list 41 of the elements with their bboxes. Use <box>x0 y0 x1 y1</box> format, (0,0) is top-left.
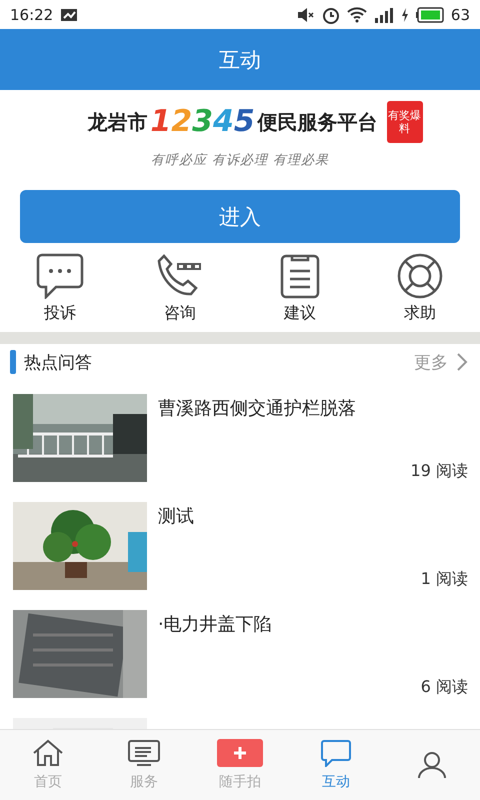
header-title: 互动 <box>219 46 261 74</box>
section-marker <box>10 350 16 374</box>
action-label[interactable]: 咨询 <box>164 303 196 324</box>
lifebuoy-icon[interactable] <box>396 253 444 299</box>
signal-icon <box>374 6 394 22</box>
section-title: 热点问答 <box>24 352 92 374</box>
action-label[interactable]: 求助 <box>404 303 436 324</box>
action-label[interactable]: 投诉 <box>44 303 76 324</box>
logo-digit: 3 <box>192 107 213 137</box>
chevron-right-icon[interactable] <box>456 352 468 372</box>
logo-platform: 便民服务平台 <box>258 108 378 136</box>
enter-button[interactable]: 进入 <box>20 190 460 243</box>
news-title[interactable]: 测试 <box>158 504 468 528</box>
alarm-icon <box>322 6 340 24</box>
read-count: 19 阅读 <box>410 461 468 482</box>
image-icon <box>60 8 78 22</box>
mute-icon <box>296 6 315 22</box>
logo-digit: 5 <box>234 107 255 137</box>
read-count: 1 阅读 <box>420 569 468 590</box>
monitor-icon <box>127 739 161 767</box>
charging-icon <box>400 8 409 22</box>
chat-icon[interactable] <box>36 253 84 299</box>
logo-city: 龙岩市 <box>87 108 148 136</box>
read-count: 6 阅读 <box>420 677 468 698</box>
logo-digit: 4 <box>212 107 234 137</box>
reward-badge[interactable]: 有奖爆料 <box>386 101 423 143</box>
add-icon <box>217 739 263 767</box>
news-title[interactable]: ·电力井盖下陷 <box>158 612 468 636</box>
tab[interactable]: 互动 <box>288 730 384 800</box>
status-time: 16:22 <box>10 6 54 24</box>
action-label[interactable]: 建议 <box>284 303 316 324</box>
wifi-icon <box>346 6 367 22</box>
battery-level: 63 <box>450 6 470 24</box>
person-icon <box>416 751 448 779</box>
battery-icon <box>416 6 444 22</box>
chat-icon <box>320 739 352 767</box>
logo-digit: 1 <box>150 107 172 137</box>
home-icon <box>32 739 64 767</box>
logo-digit: 2 <box>171 107 192 137</box>
slogan: 有呼必应 有诉必理 有理必果 <box>150 152 330 169</box>
news-title[interactable]: 曹溪路西侧交通护栏脱落 <box>158 396 468 420</box>
